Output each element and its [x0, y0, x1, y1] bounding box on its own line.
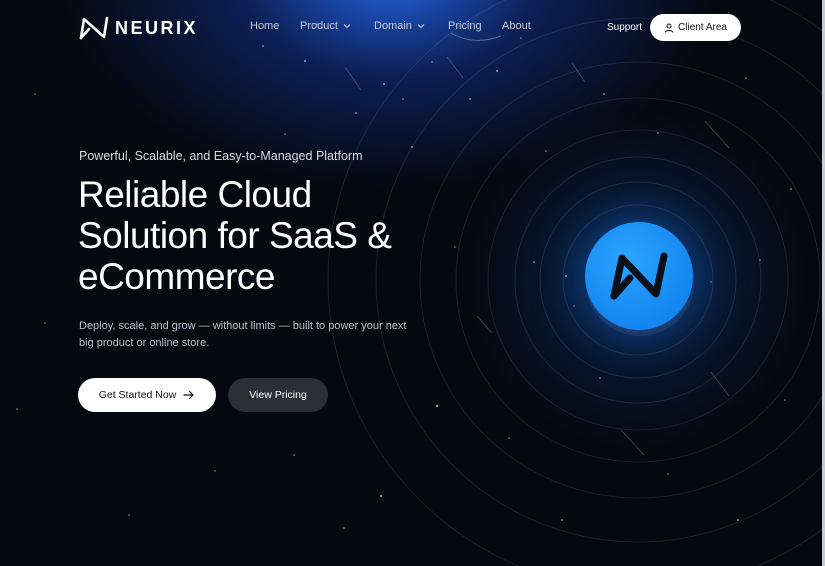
headline-line: eCommerce: [78, 256, 276, 297]
hero-emblem: [585, 222, 693, 330]
nav-item-label: About: [502, 20, 531, 32]
hero-headline: Reliable Cloud Solution for SaaS & eComm…: [78, 174, 392, 297]
neurix-logo-icon: [79, 16, 109, 40]
brand-name: NEURIX: [115, 17, 199, 38]
get-started-button[interactable]: Get Started Now: [78, 378, 216, 412]
nav-item-home[interactable]: Home: [250, 20, 279, 32]
arrow-right-icon: [183, 390, 194, 400]
nav-item-label: Domain: [374, 20, 412, 32]
active-underline: [450, 32, 502, 41]
nav-item-label: Product: [300, 20, 338, 32]
chevron-down-icon: [417, 24, 425, 29]
neurix-logo-icon: [610, 252, 668, 300]
client-area-label: Client Area: [678, 22, 727, 33]
brand-logo[interactable]: NEURIX: [79, 16, 198, 40]
get-started-label: Get Started Now: [98, 389, 177, 401]
client-area-button[interactable]: Client Area: [650, 14, 741, 41]
view-pricing-button[interactable]: View Pricing: [228, 378, 328, 412]
user-icon: [664, 23, 674, 33]
chevron-down-icon: [343, 24, 351, 29]
nav-item-product[interactable]: Product: [300, 20, 351, 32]
nav-item-domain[interactable]: Domain: [374, 20, 425, 32]
nav-item-label: Home: [250, 20, 280, 32]
hero-description: Deploy, scale, and grow — without limits…: [79, 320, 407, 349]
support-link[interactable]: Support: [607, 22, 642, 33]
hero-tagline: Powerful, Scalable, and Easy-to-Managed …: [79, 149, 363, 163]
headline-line: Reliable Cloud: [78, 174, 312, 215]
headline-line: Solution for SaaS &: [78, 215, 392, 256]
nav-item-about[interactable]: About: [502, 20, 531, 32]
